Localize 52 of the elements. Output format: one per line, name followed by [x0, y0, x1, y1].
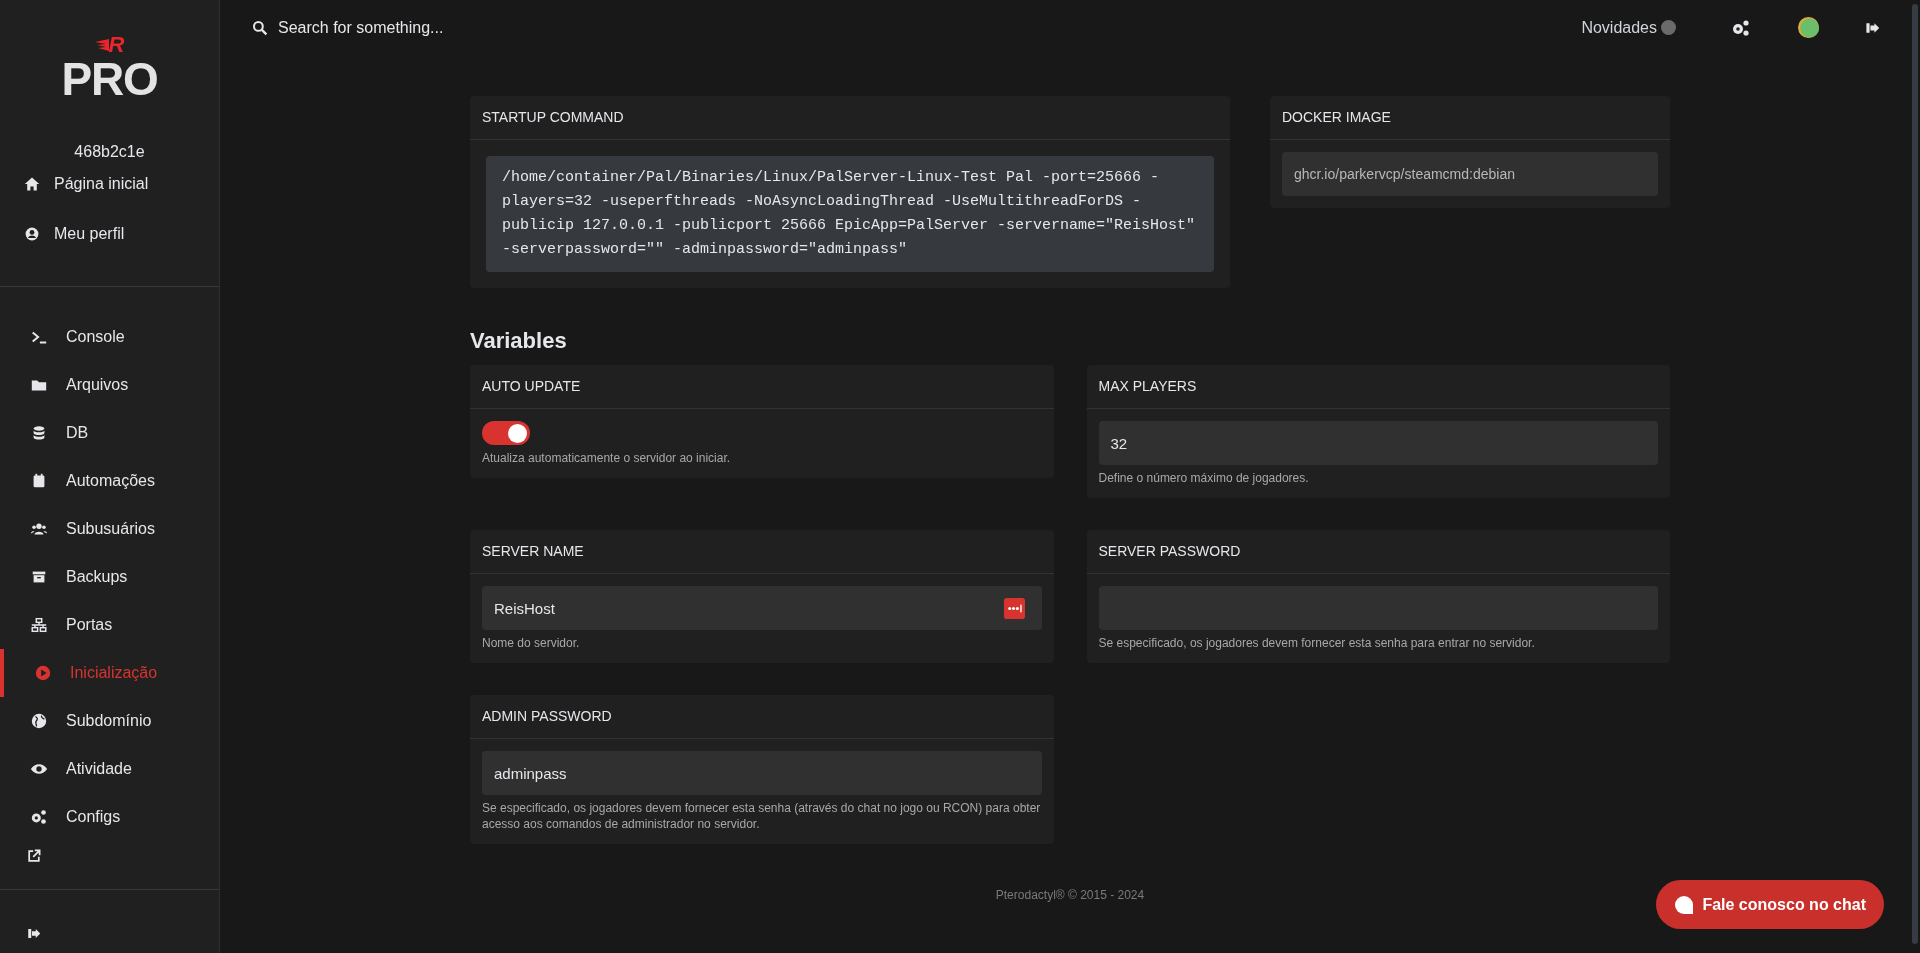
- chat-button[interactable]: Fale conosco no chat: [1656, 880, 1884, 929]
- user-circle-icon: [24, 226, 40, 242]
- sidebar-item[interactable]: Arquivos: [0, 361, 219, 409]
- docker-image-field[interactable]: ghcr.io/parkervcp/steamcmd:debian: [1282, 152, 1658, 196]
- command-text: /home/container/Pal/Binaries/Linux/PalServer-Linux-Test Pal -port=25666 -players=32 -useperfthreads -NoAsyncLoadingThread -UseMultithreadForDS -publicip 127.0.0.1 -publicport 25666 EpicApp=PalServer -servername="ReisHost" -serverpassword="" -adminpassword="adminpass": [486, 156, 1214, 272]
- field-description: Se especificado, os jogadores devem fornecer esta senha (através do chat no jogo ou RCON) para obter acesso aos comandos de administrador no servidor.: [482, 800, 1042, 832]
- toggle-switch[interactable]: [482, 421, 530, 445]
- flame-icon: [94, 39, 109, 51]
- external-link-icon[interactable]: [26, 848, 42, 864]
- scrollbar[interactable]: [1912, 4, 1918, 944]
- card-title: ADMIN PASSWORD: [470, 695, 1054, 739]
- field-description: Atualiza automaticamente o servidor ao iniciar.: [482, 450, 732, 466]
- field-description: Nome do servidor.: [482, 635, 581, 651]
- logo-text: PRO: [61, 56, 158, 102]
- logo[interactable]: R PRO: [61, 34, 158, 102]
- field-description: Se especificado, os jogadores devem fornecer esta senha para entrar no servidor.: [1098, 635, 1536, 651]
- text-field[interactable]: adminpass: [482, 751, 1042, 795]
- field-description: Define o número máximo de jogadores.: [1098, 470, 1310, 486]
- search-field[interactable]: Search for something...: [278, 15, 678, 40]
- section-heading: Variables: [470, 327, 568, 355]
- logo-mark: R: [108, 34, 125, 56]
- network-icon: [30, 616, 48, 634]
- sidebar-item[interactable]: Portas: [0, 601, 219, 649]
- sidebar-item[interactable]: Atividade: [0, 745, 219, 793]
- sidebar-item[interactable]: Automações: [0, 457, 219, 505]
- card-title: STARTUP COMMAND: [470, 96, 1230, 140]
- logout-icon[interactable]: [26, 926, 41, 941]
- news-link[interactable]: Novidades: [1581, 15, 1657, 40]
- globe-icon: [30, 712, 48, 730]
- card-title: AUTO UPDATE: [470, 365, 1054, 409]
- sidebar-item[interactable]: Meu perfil: [24, 222, 219, 246]
- password-manager-icon[interactable]: [1003, 598, 1025, 619]
- sidebar-item[interactable]: Configs: [0, 793, 219, 841]
- card-title: SERVER PASSWORD: [1086, 530, 1670, 574]
- sidebar-item[interactable]: Página inicial: [24, 172, 219, 196]
- text-field[interactable]: ReisHost: [482, 586, 1042, 630]
- sidebar-item[interactable]: Console: [0, 313, 219, 361]
- server-id: 468b2c1e: [74, 142, 145, 162]
- card-title: DOCKER IMAGE: [1270, 96, 1670, 140]
- card-title: MAX PLAYERS: [1086, 365, 1670, 409]
- sidebar-item[interactable]: Subusuários: [0, 505, 219, 553]
- sidebar-item[interactable]: DB: [0, 409, 219, 457]
- chat-bubble-icon: [1674, 894, 1695, 915]
- text-field[interactable]: 32: [1098, 421, 1658, 465]
- sidebar-item[interactable]: Backups: [0, 553, 219, 601]
- sidebar-item[interactable]: Subdomínio: [0, 697, 219, 745]
- footer-text: Pterodactyl® © 2015 - 2024: [994, 887, 1146, 904]
- play-icon: [34, 664, 52, 682]
- search-icon: [252, 19, 268, 36]
- card-title: SERVER NAME: [470, 530, 1054, 574]
- home-icon: [24, 176, 40, 192]
- avatar-icon[interactable]: [1798, 17, 1819, 38]
